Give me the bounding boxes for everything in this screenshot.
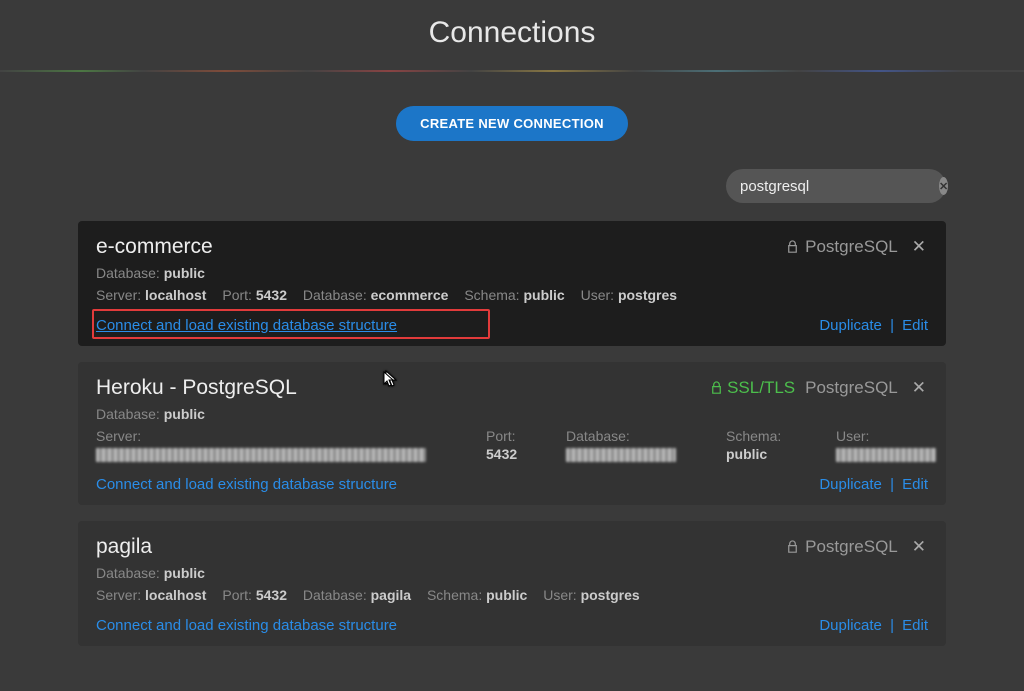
connect-link[interactable]: Connect and load existing database struc… [96, 317, 397, 334]
connection-title: Heroku - PostgreSQL [96, 376, 710, 400]
connection-card-pagila[interactable]: pagila PostgreSQL ✕ Database: public Ser… [78, 521, 946, 646]
edit-link[interactable]: Edit [902, 617, 928, 634]
server-redacted [96, 446, 486, 462]
info-details: Server: localhost Port: 5432 Database: p… [96, 587, 928, 603]
lock-icon [786, 540, 799, 555]
search-input[interactable] [740, 178, 939, 195]
lock-icon [710, 381, 723, 396]
ssl-tag: SSL/TLS [710, 378, 795, 398]
duplicate-link[interactable]: Duplicate [819, 617, 882, 634]
connect-link[interactable]: Connect and load existing database struc… [96, 617, 397, 634]
db-type-tag: PostgreSQL [805, 378, 898, 398]
actions-separator: | [890, 476, 894, 493]
db-type-tag: PostgreSQL [786, 237, 898, 257]
info-details: Server: localhost Port: 5432 Database: e… [96, 287, 928, 303]
create-connection-button[interactable]: CREATE NEW CONNECTION [396, 106, 628, 141]
db-type-tag: PostgreSQL [786, 537, 898, 557]
duplicate-link[interactable]: Duplicate [819, 476, 882, 493]
accent-divider [0, 70, 1024, 72]
info-database: Database: public [96, 406, 928, 422]
connection-card-ecommerce[interactable]: e-commerce PostgreSQL ✕ Database: public… [78, 221, 946, 346]
connect-link[interactable]: Connect and load existing database struc… [96, 476, 397, 493]
edit-link[interactable]: Edit [902, 476, 928, 493]
duplicate-link[interactable]: Duplicate [819, 317, 882, 334]
actions-separator: | [890, 317, 894, 334]
actions-separator: | [890, 617, 894, 634]
search-box[interactable]: ✕ [726, 169, 946, 203]
info-details-grid: Server: Port: Database: Schema: User: 54… [96, 428, 928, 462]
delete-connection-button[interactable]: ✕ [910, 537, 928, 557]
connection-card-heroku[interactable]: Heroku - PostgreSQL SSL/TLS PostgreSQL ✕… [78, 362, 946, 505]
delete-connection-button[interactable]: ✕ [910, 378, 928, 398]
connection-title: pagila [96, 535, 786, 559]
dbname-redacted [566, 446, 726, 462]
lock-icon [786, 240, 799, 255]
user-redacted [836, 446, 936, 462]
page-title: Connections [0, 0, 1024, 70]
connection-title: e-commerce [96, 235, 786, 259]
edit-link[interactable]: Edit [902, 317, 928, 334]
delete-connection-button[interactable]: ✕ [910, 237, 928, 257]
info-database: Database: public [96, 565, 928, 581]
search-clear-button[interactable]: ✕ [939, 177, 948, 195]
info-database: Database: public [96, 265, 928, 281]
